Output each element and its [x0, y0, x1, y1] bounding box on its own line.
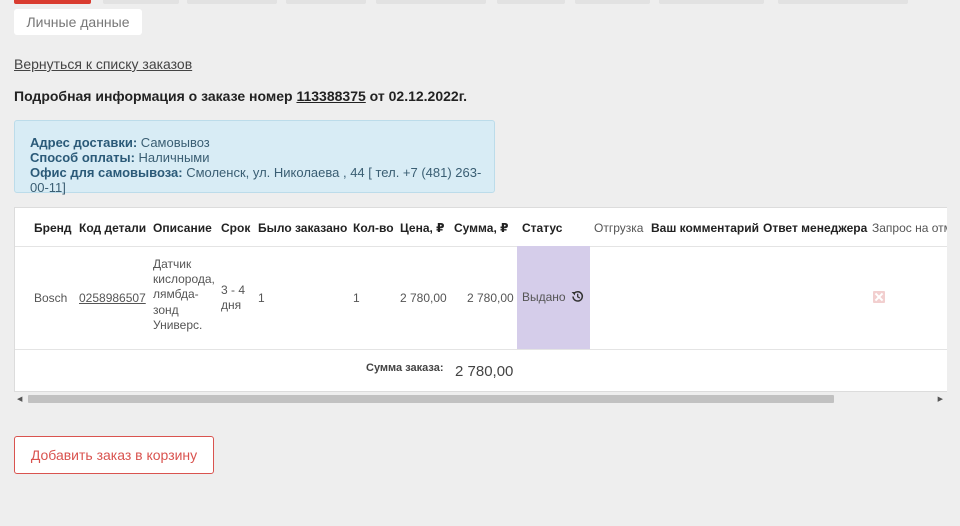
delivery-address-label: Адрес доставки: — [30, 135, 138, 150]
order-heading: Подробная информация о заказе номер 1133… — [14, 88, 467, 104]
pickup-office-label: Офис для самовывоза: — [30, 165, 183, 180]
col-header-cancel-request: Запрос на отм — [872, 221, 947, 235]
description-line: кислорода, — [153, 272, 215, 287]
add-order-to-cart-button[interactable]: Добавить заказ в корзину — [14, 436, 214, 474]
col-header-comment: Ваш комментарий — [651, 221, 760, 235]
top-tab[interactable] — [497, 0, 565, 4]
col-header-code: Код детали — [79, 221, 147, 235]
cell-brand: Bosch — [34, 291, 68, 305]
top-tab[interactable] — [187, 0, 277, 4]
cell-description: Датчик кислорода, лямбда- зонд Универс. — [153, 257, 215, 333]
pickup-office-line: Офис для самовывоза: Смоленск, ул. Никол… — [30, 165, 494, 195]
col-header-status: Статус — [522, 221, 563, 235]
top-tab[interactable] — [659, 0, 764, 4]
top-tab[interactable] — [778, 0, 908, 4]
order-items-table: Бренд Код детали Описание Срок Было зака… — [14, 207, 947, 392]
top-tab[interactable] — [376, 0, 486, 4]
payment-method-line: Способ оплаты: Наличными — [30, 150, 494, 165]
cell-sum: 2 780,00 — [467, 291, 514, 305]
top-tab-active[interactable] — [14, 0, 91, 4]
payment-method-label: Способ оплаты: — [30, 150, 135, 165]
col-header-term: Срок — [221, 221, 251, 235]
back-to-orders-link[interactable]: Вернуться к списку заказов — [14, 56, 192, 72]
col-header-brand: Бренд — [34, 221, 72, 235]
description-line: зонд — [153, 302, 179, 317]
cell-price: 2 780,00 — [400, 291, 447, 305]
col-header-description: Описание — [153, 221, 212, 235]
cancel-request-icon[interactable] — [873, 291, 885, 303]
horizontal-scrollbar[interactable]: ◀ ▶ — [14, 392, 947, 406]
term-line: 3 - 4 — [221, 283, 246, 297]
description-line: Универс. — [153, 317, 203, 332]
term-line: дня — [221, 298, 242, 312]
status-cell: Выдано — [517, 246, 590, 349]
col-header-sum: Сумма, ₽ — [454, 221, 509, 235]
delivery-address-value: Самовывоз — [140, 135, 210, 150]
description-line: лямбда- — [153, 287, 199, 302]
scroll-right-arrow-icon[interactable]: ▶ — [938, 395, 943, 403]
cell-ordered: 1 — [258, 291, 265, 305]
row-divider — [15, 349, 947, 350]
order-date: от 02.12.2022г. — [369, 88, 468, 104]
status-text: Выдано — [522, 290, 566, 304]
payment-method-value: Наличными — [138, 150, 210, 165]
order-total-value: 2 780,00 — [455, 363, 514, 380]
col-header-manager-reply: Ответ менеджера — [763, 221, 868, 235]
top-tabs-strip — [0, 0, 960, 6]
top-tab[interactable] — [103, 0, 179, 4]
col-header-ordered: Было заказано — [258, 221, 348, 235]
col-header-price: Цена, ₽ — [400, 221, 445, 235]
delivery-info-box: Адрес доставки: Самовывоз Способ оплаты:… — [14, 120, 495, 195]
order-heading-prefix: Подробная информация о заказе номер — [14, 88, 293, 104]
col-header-qty: Кол-во — [353, 221, 394, 235]
history-icon[interactable] — [571, 290, 584, 303]
scroll-left-arrow-icon[interactable]: ◀ — [17, 395, 22, 403]
col-header-shipment: Отгрузка — [594, 221, 644, 235]
cell-qty: 1 — [353, 291, 360, 305]
top-tab[interactable] — [286, 0, 366, 4]
scrollbar-thumb[interactable] — [28, 395, 834, 403]
part-code-link[interactable]: 0258986507 — [79, 291, 146, 305]
top-tab[interactable] — [575, 0, 650, 4]
order-total-label: Сумма заказа: — [366, 362, 444, 374]
tab-personal-data[interactable]: Личные данные — [14, 9, 142, 35]
order-number-link[interactable]: 113388375 — [296, 88, 365, 104]
description-line: Датчик — [153, 257, 192, 271]
cell-term: 3 - 4 дня — [221, 283, 245, 313]
header-divider — [15, 246, 947, 247]
delivery-address-line: Адрес доставки: Самовывоз — [30, 135, 494, 150]
